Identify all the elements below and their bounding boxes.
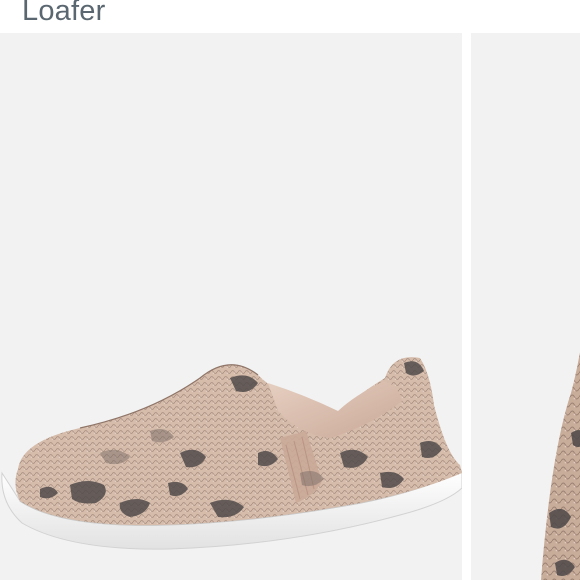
loafer-image	[1, 357, 462, 550]
product-image-main[interactable]	[0, 33, 462, 580]
image-carousel[interactable]	[0, 33, 580, 580]
product-image-next[interactable]	[471, 33, 580, 580]
product-page: Loafer	[0, 0, 580, 580]
loafer-closeup-image	[541, 352, 580, 580]
product-title: Loafer	[22, 0, 106, 27]
